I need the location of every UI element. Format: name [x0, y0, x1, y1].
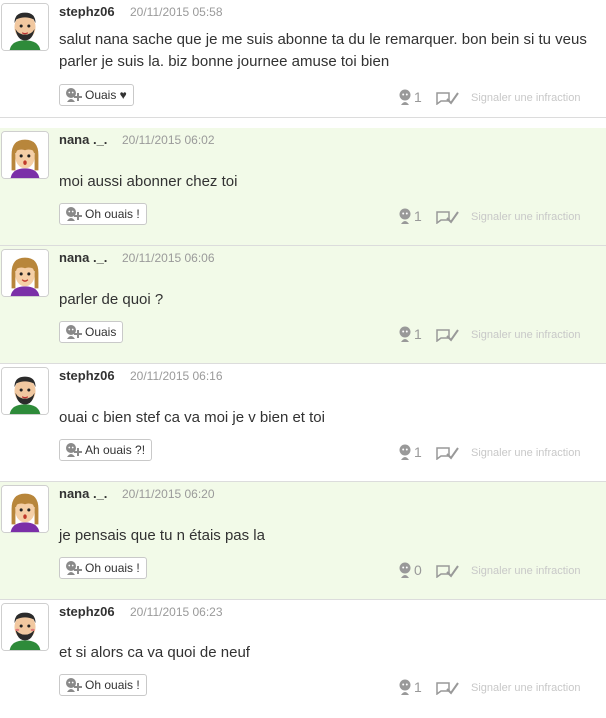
yeah-button[interactable]: Ah ouais ?!: [59, 439, 153, 461]
post-timestamp[interactable]: 20/11/2015 06:20: [122, 487, 215, 501]
male-avatar-icon[interactable]: [1, 603, 49, 651]
report-link[interactable]: Signaler une infraction: [471, 211, 580, 223]
yeah-label: Ouais ♥: [85, 88, 127, 102]
female-avatar-icon[interactable]: [1, 485, 49, 533]
reply-count-icon: [435, 679, 459, 695]
post-timestamp[interactable]: 20/11/2015 06:02: [122, 133, 215, 147]
reply-item: nana ._. 20/11/2015 06:20 je pensais que…: [0, 482, 606, 600]
reply-text: ouai c bien stef ca va moi je v bien et …: [59, 409, 325, 426]
male-avatar-icon[interactable]: [1, 367, 49, 415]
empathy-icon: [398, 89, 412, 105]
empathy-count-value: 1: [414, 208, 422, 224]
yeah-icon: [64, 560, 82, 576]
reply-item: nana ._. 20/11/2015 06:06 parler de quoi…: [0, 246, 606, 364]
yeah-label: Oh ouais !: [85, 207, 140, 221]
author-name[interactable]: nana ._.: [59, 486, 107, 501]
empathy-count: 1: [398, 326, 422, 342]
reply-item: stephz06 20/11/2015 06:23 et si alors ca…: [0, 600, 606, 718]
yeah-button[interactable]: Ouais ♥: [59, 84, 134, 106]
empathy-icon: [398, 208, 412, 224]
empathy-count: 1: [398, 679, 422, 695]
empathy-count: 1: [398, 89, 422, 105]
yeah-button[interactable]: Ouais: [59, 321, 124, 343]
yeah-icon: [64, 442, 82, 458]
empathy-icon: [398, 562, 412, 578]
reply-count-icon: [435, 89, 459, 105]
female-avatar-icon[interactable]: [1, 249, 49, 297]
empathy-icon: [398, 326, 412, 342]
yeah-label: Oh ouais !: [85, 678, 140, 692]
reply-text: moi aussi abonner chez toi: [59, 173, 238, 190]
reply-text: salut nana sache que je me suis abonne t…: [59, 31, 587, 70]
reply-text: parler de quoi ?: [59, 291, 164, 308]
yeah-icon: [64, 87, 82, 103]
yeah-label: Oh ouais !: [85, 561, 140, 575]
empathy-count-value: 0: [414, 562, 422, 578]
reply-count-icon: [435, 562, 459, 578]
author-name[interactable]: stephz06: [59, 604, 115, 619]
yeah-button[interactable]: Oh ouais !: [59, 557, 147, 579]
report-link[interactable]: Signaler une infraction: [471, 447, 580, 459]
reply-text: je pensais que tu n étais pas la: [59, 527, 265, 544]
yeah-icon: [64, 206, 82, 222]
reply-count-icon: [435, 326, 459, 342]
empathy-count-value: 1: [414, 444, 422, 460]
author-name[interactable]: nana ._.: [59, 250, 107, 265]
empathy-count-value: 1: [414, 89, 422, 105]
post-timestamp[interactable]: 20/11/2015 06:06: [122, 251, 215, 265]
empathy-icon: [398, 679, 412, 695]
empathy-count: 1: [398, 208, 422, 224]
report-link[interactable]: Signaler une infraction: [471, 329, 580, 341]
post-timestamp[interactable]: 20/11/2015 06:16: [130, 369, 223, 383]
yeah-icon: [64, 324, 82, 340]
yeah-button[interactable]: Oh ouais !: [59, 674, 147, 696]
post-timestamp[interactable]: 20/11/2015 05:58: [130, 5, 223, 19]
reply-item: stephz06 20/11/2015 06:16 ouai c bien st…: [0, 364, 606, 482]
empathy-count: 0: [398, 562, 422, 578]
reply-count-icon: [435, 208, 459, 224]
reply-count-icon: [435, 444, 459, 460]
empathy-count-value: 1: [414, 326, 422, 342]
female-avatar-icon[interactable]: [1, 131, 49, 179]
yeah-button[interactable]: Oh ouais !: [59, 203, 147, 225]
report-link[interactable]: Signaler une infraction: [471, 682, 580, 694]
yeah-icon: [64, 677, 82, 693]
author-name[interactable]: nana ._.: [59, 132, 107, 147]
reply-item: stephz06 20/11/2015 05:58 salut nana sac…: [0, 0, 606, 118]
yeah-label: Ouais: [85, 325, 117, 339]
post-timestamp[interactable]: 20/11/2015 06:23: [130, 605, 223, 619]
empathy-icon: [398, 444, 412, 460]
author-name[interactable]: stephz06: [59, 4, 115, 19]
yeah-label: Ah ouais ?!: [85, 443, 146, 457]
reply-text: et si alors ca va quoi de neuf: [59, 644, 250, 661]
report-link[interactable]: Signaler une infraction: [471, 565, 580, 577]
author-name[interactable]: stephz06: [59, 368, 115, 383]
reply-item: nana ._. 20/11/2015 06:02 moi aussi abon…: [0, 128, 606, 246]
report-link[interactable]: Signaler une infraction: [471, 92, 580, 104]
empathy-count: 1: [398, 444, 422, 460]
male-avatar-icon[interactable]: [1, 3, 49, 51]
empathy-count-value: 1: [414, 679, 422, 695]
reply-list: stephz06 20/11/2015 05:58 salut nana sac…: [0, 0, 606, 705]
